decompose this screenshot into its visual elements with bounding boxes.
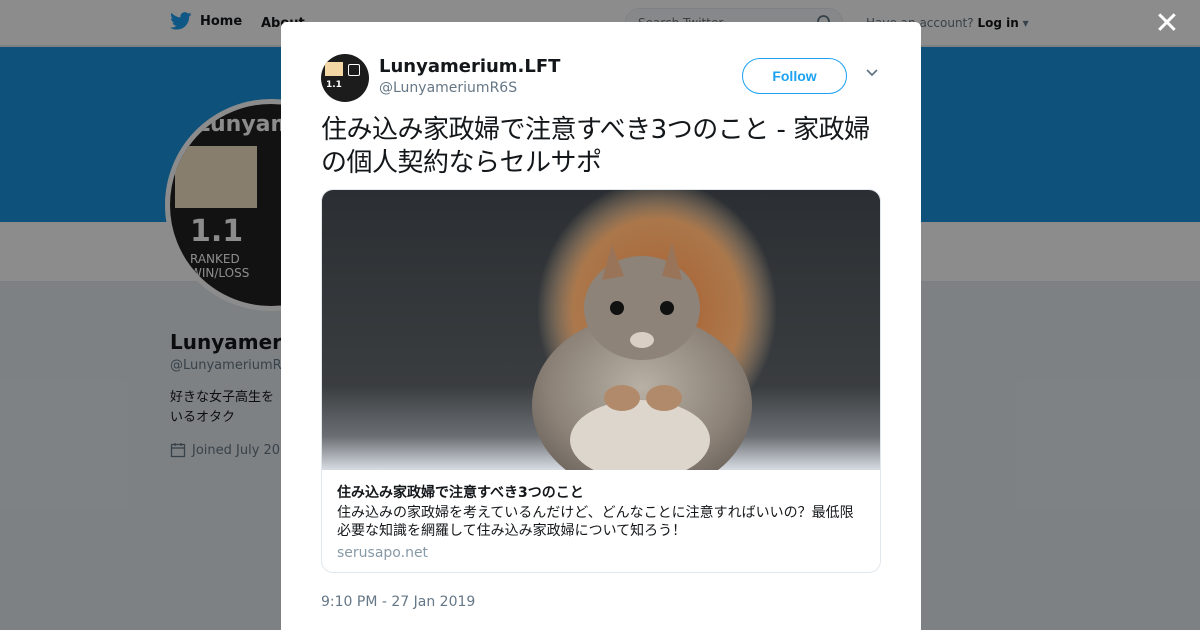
tweet-text: 住み込み家政婦で注意すべき3つのこと - 家政婦の個人契約ならセルサポ — [321, 115, 870, 178]
card-description: 住み込みの家政婦を考えているんだけど、どんなことに注意すればいいの？最低限必要な… — [337, 505, 854, 539]
author-avatar[interactable]: 1.1 — [321, 54, 369, 102]
follow-button[interactable]: Follow — [742, 58, 847, 94]
chevron-down-icon[interactable] — [865, 68, 879, 78]
close-icon[interactable]: ✕ — [1154, 9, 1180, 39]
card-image-squirrel — [322, 190, 880, 470]
avatar-number-small: 1.1 — [326, 80, 342, 90]
avatar-badge — [348, 64, 360, 76]
link-card[interactable]: 住み込み家政婦で注意すべき3つのこと 住み込みの家政婦を考えているんだけど、どん… — [321, 189, 881, 573]
tweet-modal: 1.1 Lunyamerium.LFT @LunyameriumR6S Foll… — [281, 22, 921, 630]
author-handle[interactable]: @LunyameriumR6S — [379, 80, 517, 96]
avatar-art-piece — [325, 62, 343, 76]
card-title: 住み込み家政婦で注意すべき3つのこと — [337, 485, 584, 501]
card-domain: serusapo.net — [337, 545, 429, 561]
tweet-timestamp[interactable]: 9:10 PM - 27 Jan 2019 — [321, 594, 475, 610]
author-name[interactable]: Lunyamerium.LFT — [379, 56, 560, 77]
